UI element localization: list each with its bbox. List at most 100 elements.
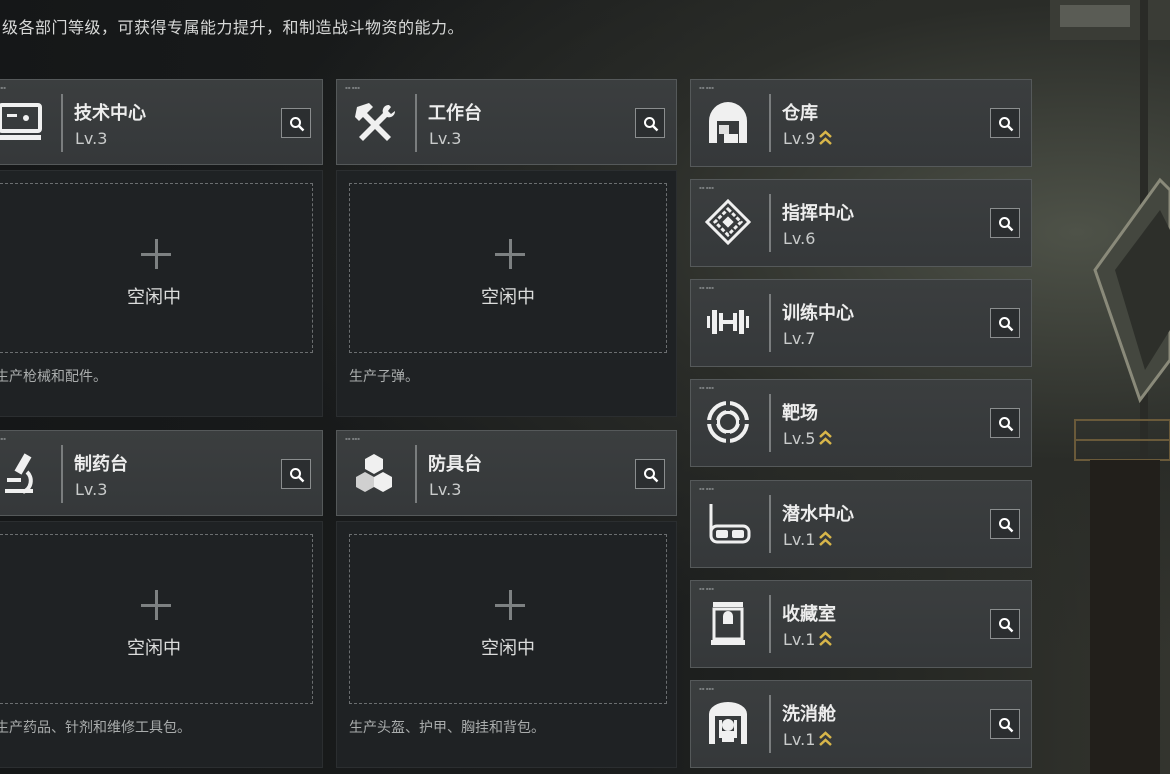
facility-level: Lv.1 <box>783 630 833 649</box>
search-icon <box>999 518 1014 533</box>
header-divider <box>769 94 771 152</box>
search-button[interactable] <box>990 108 1020 138</box>
hammer-wrench-icon <box>351 99 397 145</box>
corner-badge: ▪▪ ▪▪▪ <box>699 486 714 491</box>
search-button[interactable] <box>635 108 665 138</box>
corner-badge: ▪▪ ▪▪▪ <box>345 85 360 90</box>
display-case-icon <box>705 600 751 646</box>
corner-badge: ▪▪ ▪▪▪ <box>345 436 360 441</box>
warehouse-icon <box>705 99 751 145</box>
intro-text: 级各部门等级，可获得专属能力提升，和制造战斗物资的能力。 <box>2 18 465 37</box>
workshop-name: 制药台 <box>74 454 128 475</box>
workshop-level: Lv.3 <box>75 129 108 148</box>
facility-name: 训练中心 <box>782 303 854 324</box>
workshop-header-workbench[interactable]: ▪▪ ▪▪▪ 工作台 Lv.3 <box>336 79 677 165</box>
facility-name: 洗消舱 <box>782 704 836 725</box>
dumbbell-icon <box>705 299 751 345</box>
workshop-description: 生产枪械和配件。 <box>0 369 107 385</box>
facility-level: Lv.6 <box>783 229 816 248</box>
workshop-level: Lv.3 <box>429 129 462 148</box>
facility-name: 潜水中心 <box>782 504 854 525</box>
search-icon <box>999 317 1014 332</box>
search-button[interactable] <box>990 609 1020 639</box>
facility-diving-center[interactable]: ▪▪ ▪▪▪ 潜水中心 Lv.1 <box>690 480 1032 568</box>
production-slot[interactable]: 空闲中 <box>349 534 667 704</box>
corner-badge: ▪▪ ▪▪▪ <box>0 85 6 90</box>
workshop-body-armor-bench: 空闲中 生产头盔、护甲、胸挂和背包。 <box>336 521 677 768</box>
computer-terminal-icon <box>0 99 43 145</box>
decontamination-icon <box>705 700 751 746</box>
facility-level: Lv.9 <box>783 129 833 148</box>
header-divider <box>415 445 417 503</box>
workshop-header-pharmacy[interactable]: ▪▪ ▪▪▪ 制药台 Lv.3 <box>0 430 323 516</box>
header-divider <box>415 94 417 152</box>
workshop-header-tech-center[interactable]: ▪▪ ▪▪▪ 技术中心 Lv.3 <box>0 79 323 165</box>
facility-shooting-range[interactable]: ▪▪ ▪▪▪ 靶场 Lv.5 <box>690 379 1032 467</box>
production-slot[interactable]: 空闲中 <box>0 183 313 353</box>
workshop-header-armor-bench[interactable]: ▪▪ ▪▪▪ 防具台 Lv.3 <box>336 430 677 516</box>
search-button[interactable] <box>990 308 1020 338</box>
search-icon <box>999 117 1014 132</box>
header-divider <box>61 445 63 503</box>
plus-icon <box>495 239 525 269</box>
search-button[interactable] <box>990 709 1020 739</box>
target-icon <box>705 399 751 445</box>
search-icon <box>644 468 659 483</box>
header-divider <box>61 94 63 152</box>
corner-badge: ▪▪ ▪▪▪ <box>699 185 714 190</box>
workshop-description: 生产头盔、护甲、胸挂和背包。 <box>349 720 545 736</box>
corner-badge: ▪▪ ▪▪▪ <box>699 385 714 390</box>
header-divider <box>769 495 771 553</box>
search-icon <box>999 217 1014 232</box>
facility-level: Lv.5 <box>783 429 833 448</box>
facility-warehouse[interactable]: ▪▪ ▪▪▪ 仓库 Lv.9 <box>690 79 1032 167</box>
production-slot[interactable]: 空闲中 <box>0 534 313 704</box>
facility-decontamination-chamber[interactable]: ▪▪ ▪▪▪ 洗消舱 Lv.1 <box>690 680 1032 768</box>
search-button[interactable] <box>990 208 1020 238</box>
workshop-description: 生产药品、针剂和维修工具包。 <box>0 720 191 736</box>
plus-icon <box>141 239 171 269</box>
armor-blocks-icon <box>351 450 397 496</box>
plus-icon <box>141 590 171 620</box>
workshop-description: 生产子弹。 <box>349 369 419 385</box>
background-structure <box>1050 0 1170 774</box>
upgrade-arrow-icon <box>819 130 833 145</box>
corner-badge: ▪▪ ▪▪▪ <box>699 686 714 691</box>
diving-mask-icon <box>705 500 751 546</box>
search-button[interactable] <box>281 108 311 138</box>
search-icon <box>290 117 305 132</box>
header-divider <box>769 695 771 753</box>
workshop-name: 技术中心 <box>74 103 146 124</box>
facility-name: 仓库 <box>782 103 818 124</box>
workshop-body-workbench: 空闲中 生产子弹。 <box>336 170 677 417</box>
header-divider <box>769 394 771 452</box>
header-divider <box>769 294 771 352</box>
workshop-name: 工作台 <box>428 103 482 124</box>
facility-level: Lv.7 <box>783 329 816 348</box>
corner-badge: ▪▪ ▪▪▪ <box>699 586 714 591</box>
facility-name: 靶场 <box>782 403 818 424</box>
search-icon <box>999 718 1014 733</box>
upgrade-arrow-icon <box>819 631 833 646</box>
workshop-level: Lv.3 <box>429 480 462 499</box>
facility-command-center[interactable]: ▪▪ ▪▪▪ 指挥中心 Lv.6 <box>690 179 1032 267</box>
search-button[interactable] <box>990 509 1020 539</box>
corner-badge: ▪▪ ▪▪▪ <box>699 285 714 290</box>
search-icon <box>999 618 1014 633</box>
search-button[interactable] <box>635 459 665 489</box>
search-button[interactable] <box>281 459 311 489</box>
production-slot[interactable]: 空闲中 <box>349 183 667 353</box>
upgrade-arrow-icon <box>819 531 833 546</box>
workshop-body-tech-center: 空闲中 生产枪械和配件。 <box>0 170 323 417</box>
facility-training-center[interactable]: ▪▪ ▪▪▪ 训练中心 Lv.7 <box>690 279 1032 367</box>
idle-label: 空闲中 <box>481 287 535 308</box>
search-icon <box>999 417 1014 432</box>
upgrade-arrow-icon <box>819 731 833 746</box>
workshop-name: 防具台 <box>428 454 482 475</box>
facility-collection-room[interactable]: ▪▪ ▪▪▪ 收藏室 Lv.1 <box>690 580 1032 668</box>
upgrade-arrow-icon <box>819 430 833 445</box>
search-button[interactable] <box>990 408 1020 438</box>
corner-badge: ▪▪ ▪▪▪ <box>699 85 714 90</box>
command-chip-icon <box>705 199 751 245</box>
search-icon <box>644 117 659 132</box>
